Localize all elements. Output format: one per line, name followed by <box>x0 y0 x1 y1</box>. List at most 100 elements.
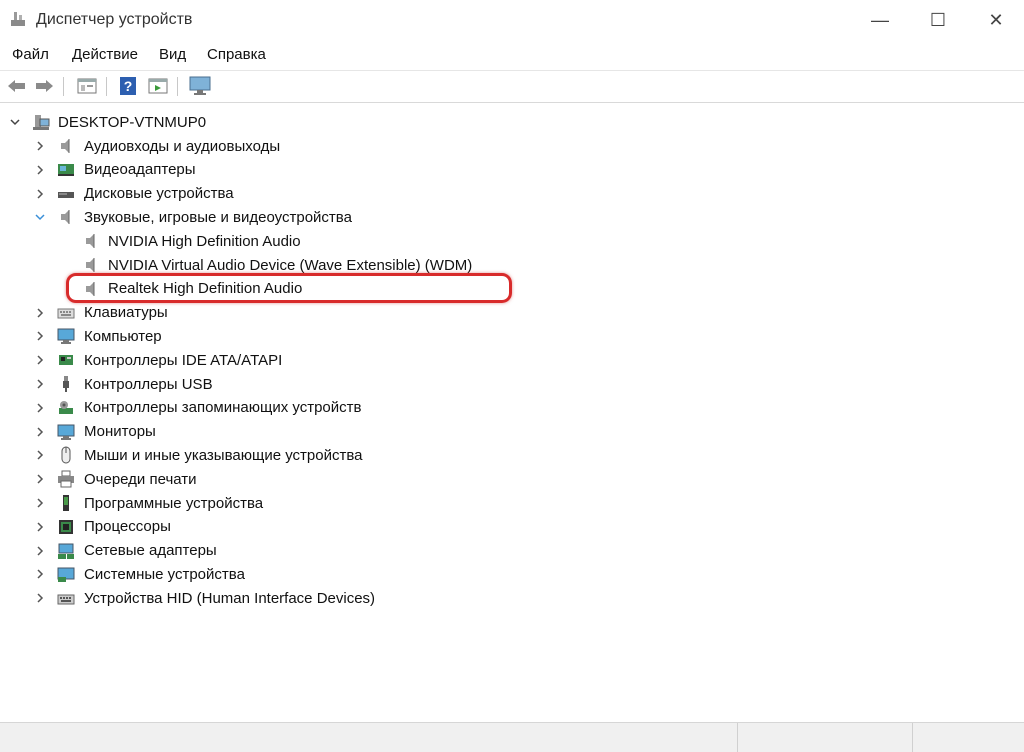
chevron-right-icon[interactable] <box>34 545 46 557</box>
tree-category[interactable]: Клавиатуры <box>0 302 520 324</box>
chevron-right-icon[interactable] <box>34 449 46 461</box>
speaker-icon <box>86 234 95 249</box>
chevron-right-icon[interactable] <box>34 592 46 604</box>
tree-category-label: Аудиовходы и аудиовыходы <box>84 137 281 155</box>
tree-category-label: Мыши и иные указывающие устройства <box>84 446 363 464</box>
tree-category[interactable]: Очереди печати <box>0 468 520 490</box>
tree-category[interactable]: Аудиовходы и аудиовыходы <box>0 135 520 157</box>
chevron-right-icon[interactable] <box>34 568 46 580</box>
speaker-icon <box>61 210 70 225</box>
tree-category[interactable]: Дисковые устройства <box>0 183 520 205</box>
printer-icon <box>58 470 74 488</box>
computer-icon <box>57 328 75 345</box>
tree-root[interactable]: DESKTOP-VTNMUP0 <box>0 111 400 133</box>
toolbar: ? <box>0 70 1024 103</box>
mouse-icon <box>61 446 71 464</box>
help-button[interactable]: ? <box>117 75 139 97</box>
menu-bar: Файл Действие Вид Справка <box>0 41 1024 69</box>
tree-root-label: DESKTOP-VTNMUP0 <box>58 113 207 131</box>
keyboard-icon <box>57 308 75 319</box>
highlight-annotation <box>66 273 512 303</box>
tree-category[interactable]: Контроллеры USB <box>0 373 520 395</box>
speaker-icon <box>86 258 95 272</box>
scan-hardware-button[interactable] <box>189 75 211 97</box>
tree-category[interactable]: Контроллеры запоминающих устройств <box>0 397 520 419</box>
tree-category[interactable]: Компьютер <box>0 325 520 347</box>
chevron-right-icon[interactable] <box>34 140 46 152</box>
svg-text:?: ? <box>124 78 133 94</box>
status-bar <box>0 722 1024 752</box>
network-adapter-icon <box>58 543 74 559</box>
chevron-right-icon[interactable] <box>34 497 46 509</box>
tree-category-label: Системные устройства <box>84 565 245 583</box>
back-button[interactable] <box>6 75 28 97</box>
help-icon: ? <box>120 77 136 95</box>
tree-category-label: Мониторы <box>84 423 156 441</box>
processor-icon <box>59 519 73 534</box>
back-arrow-icon <box>8 80 25 92</box>
hid-icon <box>57 594 75 605</box>
monitor-icon <box>189 76 211 95</box>
tree-category[interactable]: Устройства HID (Human Interface Devices) <box>0 587 520 609</box>
tree-category-label: Звуковые, игровые и видеоустройства <box>84 208 352 226</box>
tree-category-label: Видеоадаптеры <box>84 161 196 179</box>
tree-category-label: Устройства HID (Human Interface Devices) <box>84 589 376 607</box>
tree-category-label: Контроллеры запоминающих устройств <box>84 399 362 417</box>
chevron-down-icon[interactable] <box>34 211 46 223</box>
view-button[interactable] <box>147 75 169 97</box>
chevron-right-icon[interactable] <box>34 378 46 390</box>
display-adapter-icon <box>58 163 74 176</box>
menu-view[interactable]: Вид <box>159 46 186 63</box>
device-manager-icon <box>11 12 25 26</box>
close-icon: ✕ <box>988 9 1004 30</box>
tree-category[interactable]: Мыши и иные указывающие устройства <box>0 444 520 466</box>
tree-category[interactable]: Процессоры <box>0 516 520 538</box>
system-device-icon <box>57 567 75 583</box>
menu-file[interactable]: Файл <box>12 46 49 63</box>
tree-category[interactable]: Программные устройства <box>0 492 520 514</box>
chevron-right-icon[interactable] <box>34 521 46 533</box>
minimize-button[interactable]: — <box>852 0 908 40</box>
tree-category[interactable]: Видеоадаптеры <box>0 159 520 181</box>
close-button[interactable]: ✕ <box>968 0 1024 40</box>
minimize-icon: — <box>871 9 889 30</box>
maximize-button[interactable]: ☐ <box>910 0 966 40</box>
tree-device[interactable]: NVIDIA High Definition Audio <box>0 230 520 252</box>
forward-arrow-icon <box>36 80 53 92</box>
properties-button[interactable] <box>76 75 98 97</box>
tree-category-label: Дисковые устройства <box>84 185 234 203</box>
storage-controller-icon <box>59 400 73 414</box>
tree-device-label: NVIDIA High Definition Audio <box>108 232 301 250</box>
menu-help[interactable]: Справка <box>207 46 266 63</box>
menu-action[interactable]: Действие <box>72 46 138 63</box>
tree-category-label: Очереди печати <box>84 470 197 488</box>
chevron-right-icon[interactable] <box>34 473 46 485</box>
maximize-icon: ☐ <box>929 9 947 30</box>
forward-button[interactable] <box>33 75 55 97</box>
chevron-right-icon[interactable] <box>34 188 46 200</box>
tree-category-label: Программные устройства <box>84 494 264 512</box>
chevron-right-icon[interactable] <box>34 164 46 176</box>
tree-category-label: Клавиатуры <box>84 304 168 322</box>
chevron-down-icon[interactable] <box>9 116 21 128</box>
tree-category[interactable]: Сетевые адаптеры <box>0 540 520 562</box>
chevron-right-icon[interactable] <box>34 307 46 319</box>
tree-category-label: Контроллеры IDE ATA/ATAPI <box>84 351 283 369</box>
window-title: Диспетчер устройств <box>36 11 193 28</box>
computer-root-icon <box>33 115 50 130</box>
chevron-right-icon[interactable] <box>34 330 46 342</box>
software-device-icon <box>63 495 69 511</box>
tree-category[interactable]: Контроллеры IDE ATA/ATAPI <box>0 349 520 371</box>
chevron-right-icon[interactable] <box>34 354 46 366</box>
chevron-right-icon[interactable] <box>34 402 46 414</box>
tree-category[interactable]: Звуковые, игровые и видеоустройства <box>0 206 520 228</box>
device-tree: DESKTOP-VTNMUP0 Аудиовходы и аудиовыходы… <box>0 103 1024 720</box>
view-icon <box>148 78 168 94</box>
properties-icon <box>77 78 97 94</box>
disk-icon <box>58 191 74 198</box>
usb-icon <box>63 376 69 392</box>
tree-category[interactable]: Мониторы <box>0 421 520 443</box>
tree-category-label: Сетевые адаптеры <box>84 542 217 560</box>
tree-category[interactable]: Системные устройства <box>0 563 520 585</box>
chevron-right-icon[interactable] <box>34 426 46 438</box>
